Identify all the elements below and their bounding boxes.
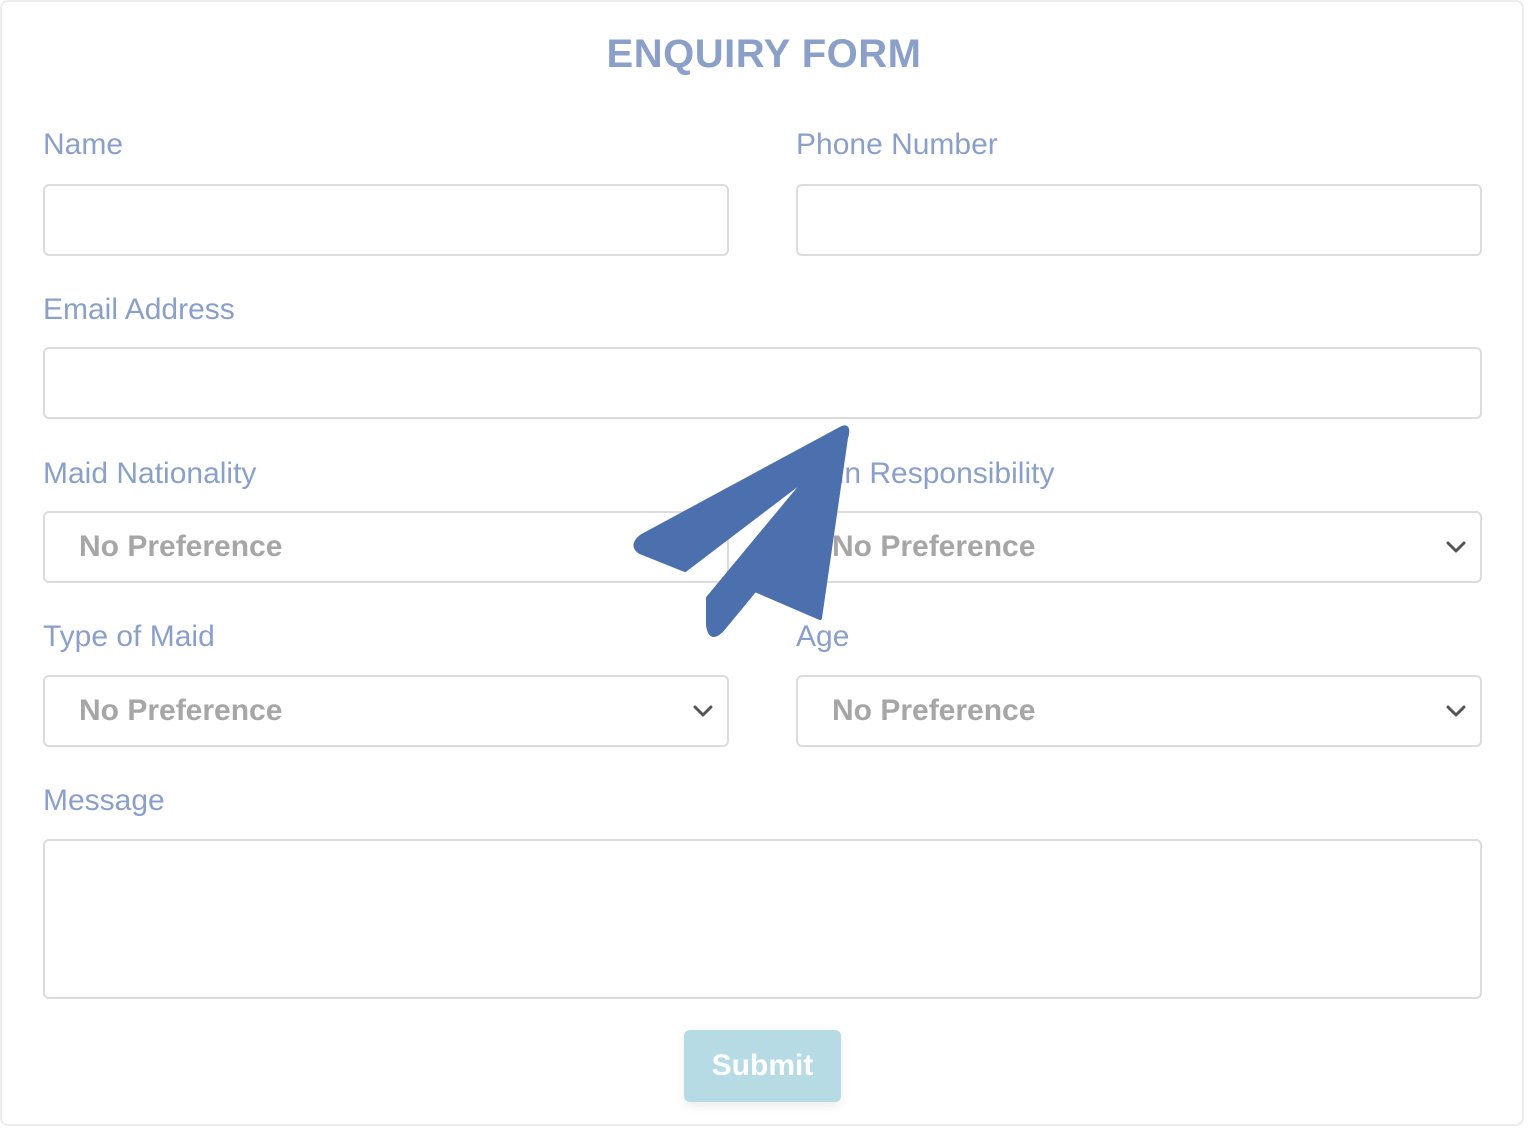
message-textarea[interactable] xyxy=(43,839,1482,999)
responsibility-label: Main Responsibility xyxy=(796,457,1055,490)
type-label: Type of Maid xyxy=(43,620,215,653)
chevron-down-icon xyxy=(1446,541,1466,553)
age-select[interactable]: No Preference xyxy=(796,675,1482,747)
responsibility-select[interactable]: No Preference xyxy=(796,511,1482,583)
name-label: Name xyxy=(43,128,124,161)
name-input[interactable] xyxy=(43,184,729,256)
responsibility-selected-value: No Preference xyxy=(832,530,1036,563)
age-selected-value: No Preference xyxy=(832,694,1036,727)
type-select[interactable]: No Preference xyxy=(43,675,729,747)
phone-label: Phone Number xyxy=(796,128,998,161)
nationality-label: Maid Nationality xyxy=(43,457,257,490)
type-selected-value: No Preference xyxy=(79,694,283,727)
submit-button[interactable]: Submit xyxy=(684,1030,841,1102)
chevron-down-icon xyxy=(1446,705,1466,717)
message-label: Message xyxy=(43,784,165,817)
enquiry-form-card: ENQUIRY FORM Name Phone Number Email Add… xyxy=(0,0,1524,1126)
age-label: Age xyxy=(796,620,850,653)
email-input[interactable] xyxy=(43,347,1482,419)
email-label: Email Address xyxy=(43,293,235,326)
chevron-down-icon xyxy=(693,705,713,717)
form-title: ENQUIRY FORM xyxy=(606,32,922,76)
nationality-selected-value: No Preference xyxy=(79,530,283,563)
nationality-select[interactable]: No Preference xyxy=(43,511,729,583)
phone-input[interactable] xyxy=(796,184,1482,256)
